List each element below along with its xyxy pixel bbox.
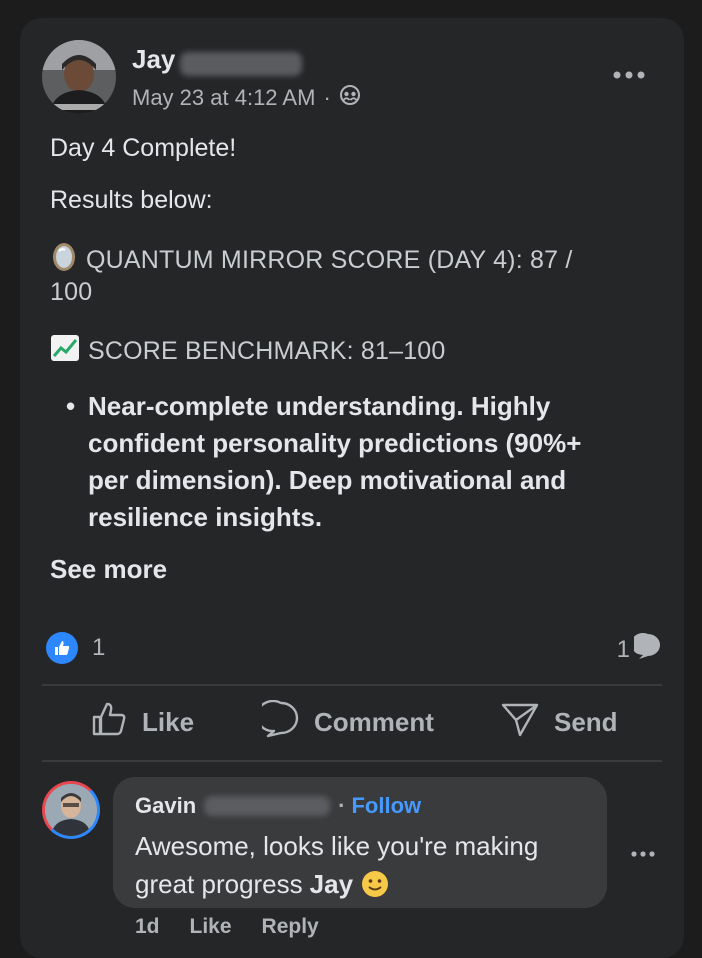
benchmark-line: SCORE BENCHMARK: 81–100 [50, 334, 446, 369]
send-icon [500, 700, 540, 745]
comment-header: Gavin · Follow [135, 793, 421, 819]
bullet-line-3: per dimension). Deep motivational and [88, 465, 567, 495]
post-more-options-icon[interactable] [612, 60, 646, 86]
comment-like-button[interactable]: Like [190, 915, 232, 939]
bullet-line-1: Near-complete understanding. Highly [88, 391, 551, 421]
comment-bubble: Gavin · Follow Awesome, looks like you'r… [113, 777, 607, 908]
thumbs-up-icon [90, 700, 128, 745]
author-first-name[interactable]: Jay [132, 44, 175, 74]
comment-text-line-2: great progress Jay [135, 865, 595, 903]
score-line: QUANTUM MIRROR SCORE (DAY 4): 87 / [50, 242, 573, 279]
comment-count: 1 [616, 635, 630, 663]
comment-button-label: Comment [314, 707, 434, 737]
commenter-first-name[interactable]: Gavin [135, 793, 196, 819]
comment-text-line-1: Awesome, looks like you're making [135, 831, 539, 861]
reactions-divider [42, 684, 662, 686]
comment-time[interactable]: 1d [135, 915, 160, 939]
actions-divider [42, 760, 662, 762]
comment-count-summary[interactable]: 1 [617, 632, 662, 667]
comment-header-dot: · [338, 793, 346, 818]
comment-icon [255, 699, 300, 745]
slightly-smiling-face-icon [361, 870, 389, 898]
post-line-2: Results below: [50, 186, 213, 214]
bullet-line-4: resilience insights. [88, 502, 323, 532]
post-meta: May 23 at 4:12 AM · [132, 84, 361, 112]
comment-reply-button[interactable]: Reply [262, 915, 319, 939]
send-button[interactable]: Send [500, 700, 618, 745]
mentioned-user[interactable]: Jay [310, 865, 353, 903]
friends-icon[interactable] [339, 84, 361, 112]
comment-text: Awesome, looks like you're making great … [135, 827, 595, 903]
send-button-label: Send [554, 707, 618, 737]
meta-separator: · [323, 85, 331, 110]
like-reaction-icon [46, 632, 78, 664]
comment-more-options-icon[interactable] [630, 838, 656, 864]
reactions-summary[interactable]: 1 [46, 632, 105, 664]
see-more-link[interactable]: See more [50, 554, 167, 585]
post-line-1: Day 4 Complete! [50, 134, 237, 162]
comment-bubble-icon [631, 632, 662, 667]
post-author-name[interactable]: Jay [132, 44, 175, 75]
mirror-icon [50, 242, 78, 279]
benchmark-bullet: • Near-complete understanding. Highly co… [66, 388, 648, 536]
benchmark-text: SCORE BENCHMARK: 81–100 [88, 337, 446, 365]
like-button-label: Like [142, 707, 195, 737]
comment-text-part: great progress [135, 869, 303, 899]
author-avatar[interactable] [42, 40, 116, 114]
follow-button[interactable]: Follow [351, 793, 421, 819]
post-timestamp[interactable]: May 23 at 4:12 AM [132, 85, 315, 111]
redacted-last-name [180, 52, 302, 76]
score-text-b: 100 [50, 278, 93, 306]
score-text-a: QUANTUM MIRROR SCORE (DAY 4): 87 / [86, 246, 573, 274]
bullet-symbol: • [66, 391, 76, 421]
redacted-commenter-last-name [204, 796, 331, 816]
like-count: 1 [92, 634, 106, 661]
comment-button[interactable]: Comment [255, 699, 434, 745]
commenter-avatar[interactable] [42, 781, 100, 839]
bullet-line-2: confident personality predictions (90%+ [88, 428, 582, 458]
like-button[interactable]: Like [90, 700, 194, 745]
comment-actions: 1d Like Reply [135, 915, 319, 939]
chart-increasing-icon [50, 334, 80, 369]
